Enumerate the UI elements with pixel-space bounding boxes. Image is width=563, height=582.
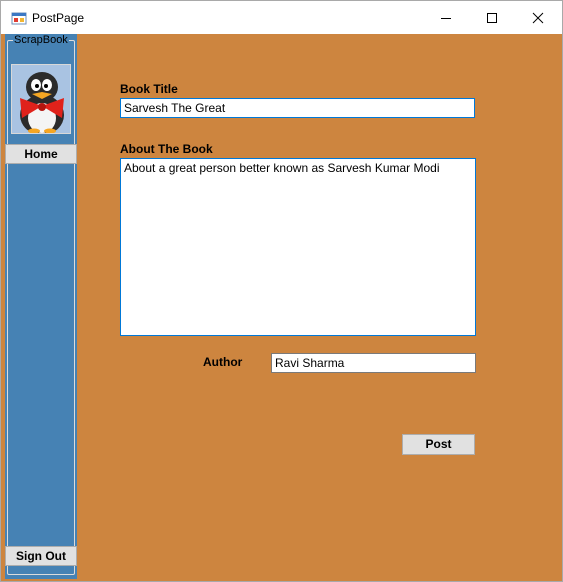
minimize-button[interactable] [423,1,469,34]
penguin-with-bowtie-avatar [12,65,70,133]
book-title-field[interactable]: Sarvesh The Great [120,98,475,118]
post-button[interactable]: Post [402,434,475,455]
sidebar-panel: ScrapBook Home Sign Out [5,34,77,579]
author-label: Author [203,355,243,369]
client-area: ScrapBook Home Sign Out Book Title Sarve… [1,34,562,581]
about-book-textarea[interactable]: About a great person better known as Sar… [120,158,476,336]
window-title: PostPage [32,11,85,25]
sign-out-button[interactable]: Sign Out [5,546,77,566]
minimize-icon [441,17,451,19]
close-icon [532,12,544,23]
scrapbook-group-title: ScrapBook [13,34,69,46]
maximize-button[interactable] [469,1,515,34]
avatar [11,64,71,134]
form-app-icon [11,12,27,25]
maximize-icon [487,12,497,23]
about-book-label: About The Book [120,142,213,156]
close-button[interactable] [515,1,561,34]
book-title-label: Book Title [120,82,178,96]
title-bar[interactable]: PostPage [1,1,562,34]
home-button[interactable]: Home [5,144,77,164]
author-field[interactable]: Ravi Sharma [271,353,476,373]
post-page-window: PostPage ScrapBook Home Sign Out Book Ti… [0,0,563,582]
